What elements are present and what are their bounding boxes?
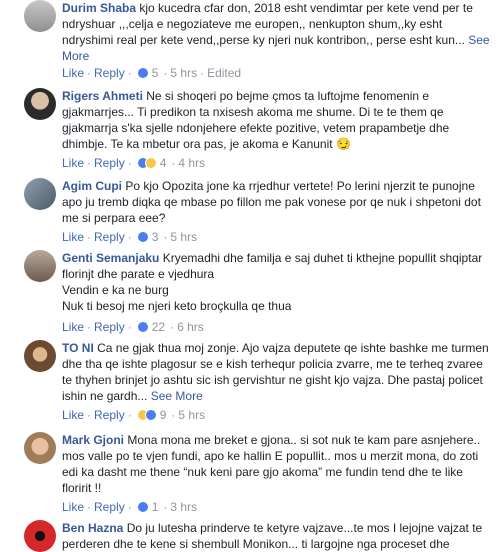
separator-dot: · xyxy=(171,408,176,422)
separator-dot: · xyxy=(171,156,176,170)
reply-link[interactable]: Reply xyxy=(94,230,125,244)
separator-dot: · xyxy=(87,156,92,170)
avatar[interactable] xyxy=(24,88,56,120)
author-name[interactable]: Ben Hazna xyxy=(62,521,123,535)
separator-dot: · xyxy=(163,230,168,244)
author-name[interactable]: Rigers Ahmeti xyxy=(62,89,143,103)
separator-dot: · xyxy=(87,66,92,80)
reaction-count: 4 xyxy=(159,156,167,170)
reply-link[interactable]: Reply xyxy=(94,66,125,80)
avatar[interactable] xyxy=(24,520,56,552)
separator-dot: · xyxy=(127,66,132,80)
reaction-count: 9 xyxy=(159,408,167,422)
like-link[interactable]: Like xyxy=(62,500,84,514)
author-name[interactable]: Agim Cupi xyxy=(62,179,122,193)
reactions-summary[interactable]: 4 xyxy=(136,156,167,170)
like-link[interactable]: Like xyxy=(62,408,84,422)
like-link[interactable]: Like xyxy=(62,320,84,334)
like-icon xyxy=(136,501,149,513)
haha-icon xyxy=(144,157,157,169)
reply-link[interactable]: Reply xyxy=(94,500,125,514)
edited-label[interactable]: Edited xyxy=(207,66,241,80)
separator-dot: · xyxy=(127,320,132,334)
author-name[interactable]: TO NI xyxy=(62,341,94,355)
reactions-summary[interactable]: 9 xyxy=(136,408,167,422)
comment-actions: Like · Reply · 3 · 5 hrs xyxy=(62,230,197,244)
separator-dot: · xyxy=(87,320,92,334)
like-link[interactable]: Like xyxy=(62,156,84,170)
separator-dot: · xyxy=(170,320,175,334)
reactions-summary[interactable]: 3 xyxy=(136,230,159,244)
reactions-summary[interactable]: 1 xyxy=(136,500,159,514)
like-link[interactable]: Like xyxy=(62,230,84,244)
comment-body: Genti Semanjaku Kryemadhi dhe familja e … xyxy=(62,250,492,314)
timestamp[interactable]: 6 hrs xyxy=(177,320,204,334)
comment-actions: Like · Reply · 9 · 5 hrs xyxy=(62,408,205,422)
like-icon xyxy=(136,231,149,243)
separator-dot: · xyxy=(163,66,168,80)
separator-dot: · xyxy=(87,408,92,422)
reaction-count: 22 xyxy=(151,320,166,334)
comment-body: Mark Gjoni Mona mona me breket e gjona..… xyxy=(62,432,492,496)
avatar[interactable] xyxy=(24,178,56,210)
comment-text-line2: Vendin e ka ne burg xyxy=(62,283,169,297)
author-name[interactable]: Mark Gjoni xyxy=(62,433,124,447)
reaction-count: 1 xyxy=(151,500,159,514)
reaction-count: 3 xyxy=(151,230,159,244)
comment-text: Ca ne gjak thua moj zonje. Ajo vajza dep… xyxy=(62,341,489,403)
avatar[interactable] xyxy=(24,0,56,32)
author-name[interactable]: Durim Shaba xyxy=(62,1,136,15)
timestamp[interactable]: 5 hrs xyxy=(170,230,197,244)
comment-text: Do ju lutesha prinderve te ketyre vajzav… xyxy=(62,521,483,551)
comment-body: Durim Shaba kjo kucedra cfar don, 2018 e… xyxy=(62,0,492,64)
comment-body: Ben Hazna Do ju lutesha prinderve te ket… xyxy=(62,520,492,552)
like-link[interactable]: Like xyxy=(62,66,84,80)
see-more-link[interactable]: See More xyxy=(151,389,203,403)
reaction-count: 5 xyxy=(151,66,159,80)
comment-actions: Like · Reply · 5 · 5 hrs · Edited xyxy=(62,66,241,80)
avatar[interactable] xyxy=(24,432,56,464)
like-icon xyxy=(144,409,157,421)
comment-actions: Like · Reply · 4 · 4 hrs xyxy=(62,156,205,170)
comment-body: Rigers Ahmeti Ne si shoqeri po bejme çmo… xyxy=(62,88,492,152)
reply-link[interactable]: Reply xyxy=(94,320,125,334)
comment-text: Mona mona me breket e gjona.. si sot nuk… xyxy=(62,433,481,495)
like-icon xyxy=(136,67,149,79)
timestamp[interactable]: 5 hrs xyxy=(170,66,197,80)
timestamp[interactable]: 3 hrs xyxy=(170,500,197,514)
avatar[interactable] xyxy=(24,340,56,372)
avatar[interactable] xyxy=(24,250,56,282)
comment-body: TO NI Ca ne gjak thua moj zonje. Ajo vaj… xyxy=(62,340,492,404)
comment-text: Po kjo Opozita jone ka rrjedhur vertete!… xyxy=(62,179,481,225)
timestamp[interactable]: 4 hrs xyxy=(178,156,205,170)
separator-dot: · xyxy=(127,156,132,170)
comment-body: Agim Cupi Po kjo Opozita jone ka rrjedhu… xyxy=(62,178,492,226)
comment-actions: Like · Reply · 1 · 3 hrs xyxy=(62,500,197,514)
comment-actions: Like · Reply · 22 · 6 hrs xyxy=(62,320,204,334)
separator-dot: · xyxy=(200,66,205,80)
timestamp[interactable]: 5 hrs xyxy=(178,408,205,422)
separator-dot: · xyxy=(127,500,132,514)
separator-dot: · xyxy=(163,500,168,514)
separator-dot: · xyxy=(87,230,92,244)
reply-link[interactable]: Reply xyxy=(94,408,125,422)
reply-link[interactable]: Reply xyxy=(94,156,125,170)
like-icon xyxy=(136,321,149,333)
separator-dot: · xyxy=(127,408,132,422)
reactions-summary[interactable]: 22 xyxy=(136,320,166,334)
separator-dot: · xyxy=(127,230,132,244)
smirk-emoji: 😏 xyxy=(335,137,351,151)
reactions-summary[interactable]: 5 xyxy=(136,66,159,80)
separator-dot: · xyxy=(87,500,92,514)
author-name[interactable]: Genti Semanjaku xyxy=(62,251,159,265)
comment-text-line3: Nuk ti besoj me njeri keto broçkulla qe … xyxy=(62,299,292,313)
